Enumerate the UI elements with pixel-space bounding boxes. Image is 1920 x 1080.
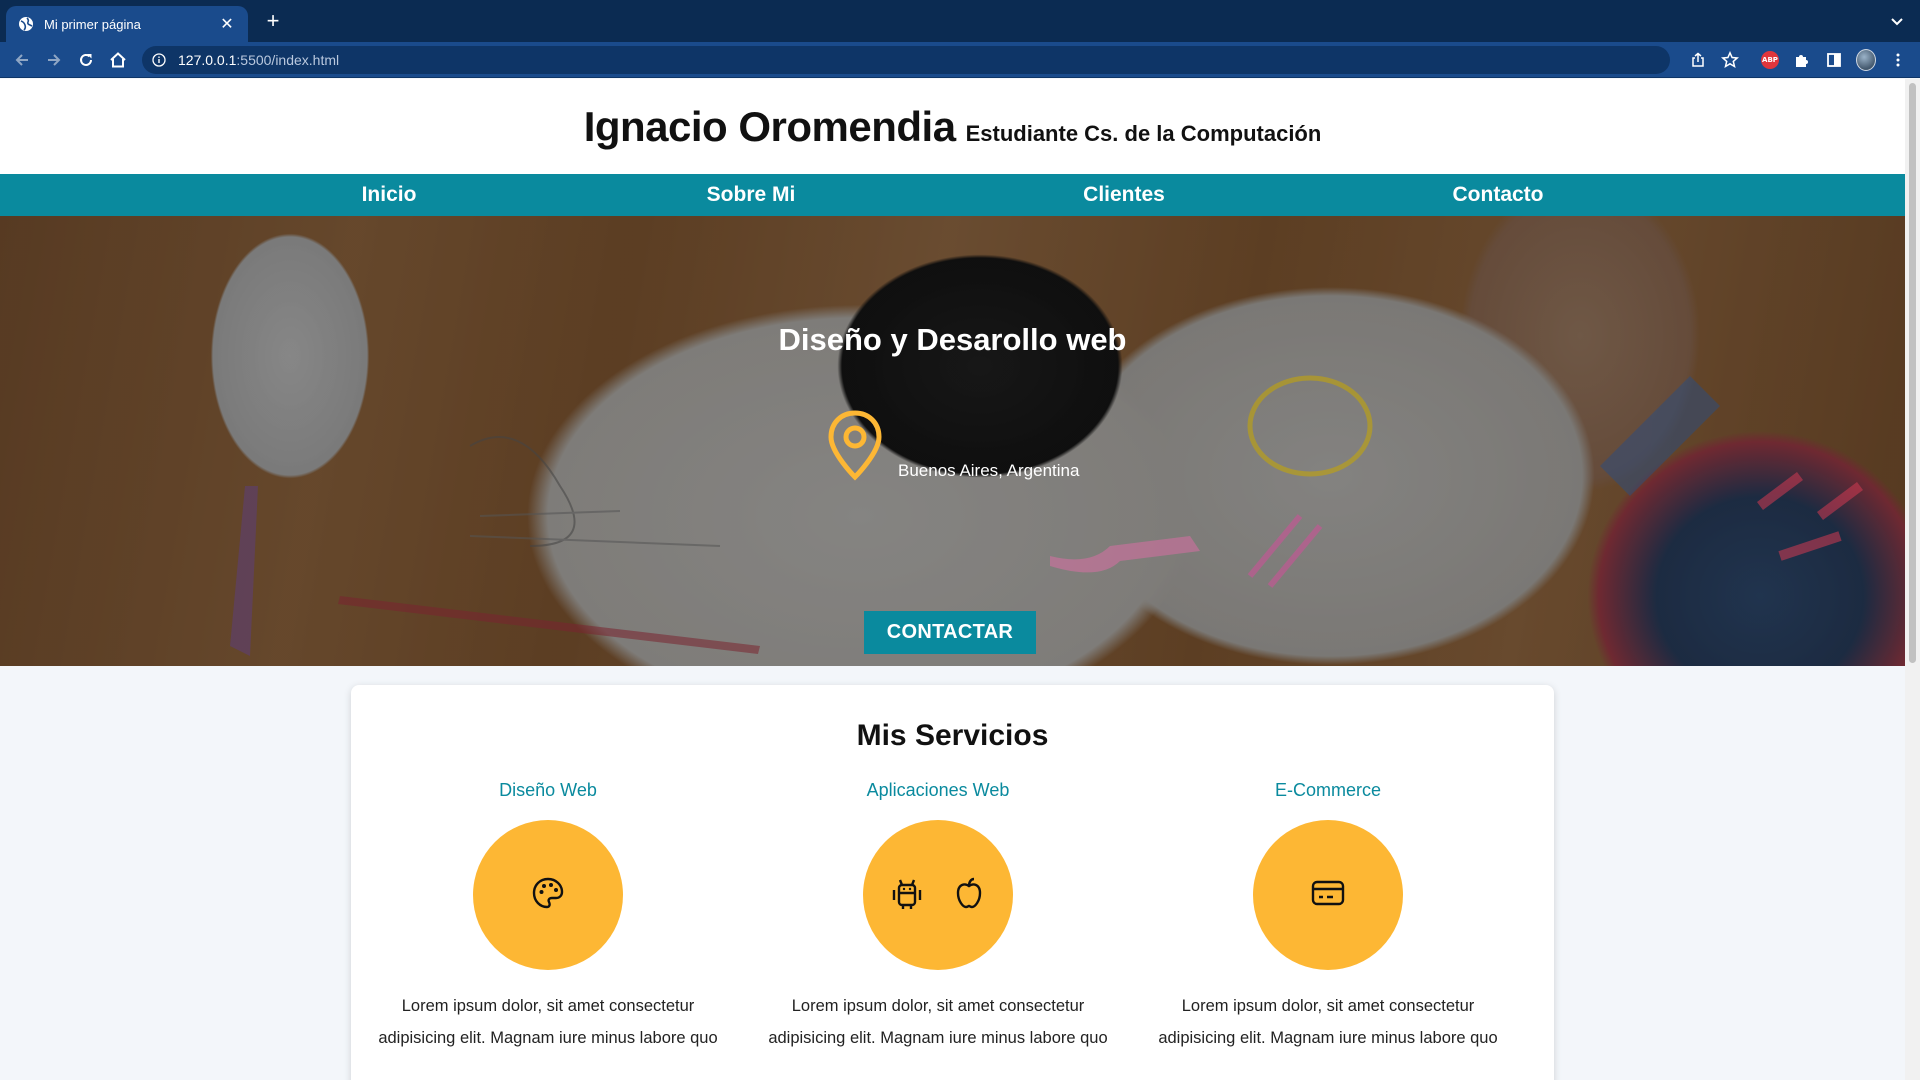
avatar-image [1856,49,1876,71]
hero-location: Buenos Aires, Argentina [822,407,1079,483]
browser-tab[interactable]: Mi primer página ✕ [6,6,248,42]
nav-link-inicio[interactable]: Inicio [362,174,417,216]
services-card: Mis Servicios Diseño Web Lorem ipsum dol… [351,685,1554,1080]
scrollbar-thumb[interactable] [1909,83,1916,663]
location-pin-icon [822,407,888,483]
service-description: Lorem ipsum dolor, sit amet consectetur … [1158,997,1498,1047]
service-description: Lorem ipsum dolor, sit amet consectetur … [378,997,718,1047]
tab-title: Mi primer página [44,16,141,32]
contact-button[interactable]: CONTACTAR [864,611,1036,654]
service-item-aplicaciones-web: Aplicaciones Web Lorem ipsum dolor, sit … [743,780,1133,1054]
page-scrollbar[interactable] [1905,79,1920,1080]
services-title: Mis Servicios [856,719,1049,752]
hero-content: Diseño y Desarollo web Buenos Aires, Arg… [0,216,1905,666]
share-icon[interactable] [1688,50,1708,70]
android-icon [890,876,924,915]
main-navigation: Inicio Sobre Mi Clientes Contacto [0,174,1905,216]
browser-toolbar: 127.0.0.1:5500/index.html ABP [0,42,1920,78]
site-subtitle: Estudiante Cs. de la Computación [965,120,1322,146]
reload-icon[interactable] [76,50,96,70]
nav-link-sobre-mi[interactable]: Sobre Mi [707,174,796,216]
service-item-e-commerce: E-Commerce Lorem ipsum dolor, sit amet c… [1133,780,1523,1054]
tab-close-icon[interactable]: ✕ [218,14,236,34]
service-name: Diseño Web [499,780,597,800]
service-icon-circle [863,820,1013,970]
apple-icon [952,876,986,915]
nav-link-contacto[interactable]: Contacto [1453,174,1544,216]
home-icon[interactable] [108,50,128,70]
browser-menu-icon[interactable] [1888,50,1908,70]
bookmark-star-icon[interactable] [1720,50,1740,70]
back-arrow-icon[interactable] [12,50,32,70]
url-path: :5500/index.html [236,52,340,68]
service-name: E-Commerce [1274,780,1381,800]
url-host: 127.0.0.1 [178,52,237,68]
brand: Ignacio Oromendia Estudiante Cs. de la C… [584,103,1322,151]
location-text: Buenos Aires, Argentina [898,461,1080,480]
side-panel-icon[interactable] [1824,50,1844,70]
hero-section: Diseño y Desarollo web Buenos Aires, Arg… [0,216,1905,666]
service-icon-circle [473,820,623,970]
adblock-extension-icon[interactable]: ABP [1760,50,1780,70]
site-info-icon[interactable] [152,53,166,67]
extensions-puzzle-icon[interactable] [1792,50,1812,70]
forward-arrow-icon[interactable] [44,50,64,70]
profile-avatar[interactable] [1856,49,1876,71]
site-header: Ignacio Oromendia Estudiante Cs. de la C… [0,79,1905,174]
credit-card-icon [1310,879,1346,912]
address-bar[interactable]: 127.0.0.1:5500/index.html [142,46,1670,74]
service-item-diseno-web: Diseño Web Lorem ipsum dolor, sit amet c… [353,780,743,1054]
service-description: Lorem ipsum dolor, sit amet consectetur … [768,997,1108,1047]
browser-tab-strip: Mi primer página ✕ + [0,0,1920,42]
site-owner-name: Ignacio Oromendia [583,102,956,150]
palette-icon [531,876,565,915]
page-viewport: Ignacio Oromendia Estudiante Cs. de la C… [0,79,1905,1080]
tab-search-chevron-icon[interactable] [1888,12,1906,30]
globe-icon [18,16,34,32]
nav-link-clientes[interactable]: Clientes [1083,174,1165,216]
hero-title: Diseño y Desarollo web [778,322,1127,357]
service-icon-circle [1253,820,1403,970]
adblock-label: ABP [1761,51,1779,69]
new-tab-button[interactable]: + [260,9,286,35]
service-name: Aplicaciones Web [866,780,1010,800]
